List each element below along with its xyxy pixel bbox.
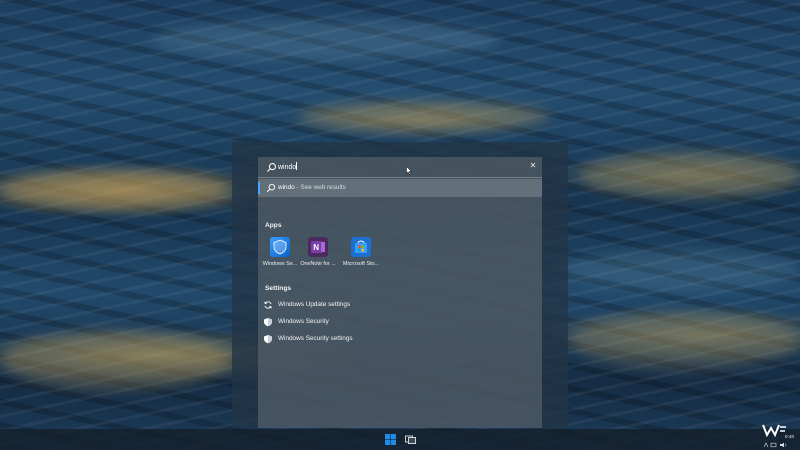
setting-windows-security[interactable]: Windows Security	[258, 315, 542, 329]
clock[interactable]: 9:48	[785, 434, 794, 439]
settings-heading: Settings	[265, 285, 292, 292]
selection-indicator	[258, 182, 260, 194]
search-query: windo	[278, 162, 298, 171]
search-input[interactable]: windo ✕	[258, 157, 542, 178]
app-tile-microsoft-store[interactable]: Microsoft Sto...	[339, 237, 383, 277]
app-label: Microsoft Sto...	[343, 261, 379, 267]
web-result-item[interactable]: windo - See web results	[258, 179, 542, 197]
search-icon	[266, 163, 276, 173]
search-flyout: windo ✕ windo - See web results Apps Win…	[232, 142, 568, 428]
close-icon[interactable]: ✕	[528, 161, 538, 171]
svg-text:N: N	[313, 243, 319, 252]
shield-icon	[273, 239, 287, 255]
app-tile-onenote[interactable]: N OneNote for ...	[296, 237, 340, 277]
wallpaper-highlight	[580, 150, 800, 200]
wallpaper-highlight	[570, 310, 800, 370]
wallpaper-highlight	[0, 330, 230, 390]
web-result-label: windo - See web results	[278, 184, 346, 191]
mouse-pointer-icon	[406, 166, 412, 175]
sync-icon	[264, 301, 272, 309]
windows-logo-icon[interactable]	[384, 433, 397, 446]
tray-icons[interactable]	[763, 442, 793, 448]
network-icon	[770, 442, 777, 448]
wallpaper-highlight	[300, 100, 550, 130]
app-label: OneNote for ...	[300, 261, 336, 267]
setting-windows-update[interactable]: Windows Update settings	[258, 298, 542, 312]
wallpaper-highlight	[0, 170, 230, 210]
setting-label: Windows Security settings	[278, 335, 353, 342]
chevron-up-icon	[763, 442, 769, 448]
taskbar: 9:48	[0, 424, 800, 450]
system-tray[interactable]: 9:48	[754, 424, 796, 449]
microsoft-store-icon	[351, 237, 371, 257]
text-caret	[296, 162, 298, 170]
shield-icon	[264, 335, 272, 344]
search-panel: windo ✕ windo - See web results Apps Win…	[258, 157, 542, 428]
volume-icon	[780, 442, 784, 448]
setting-label: Windows Security	[278, 318, 329, 325]
onenote-glyph: N	[311, 241, 325, 253]
windows-security-icon	[270, 237, 290, 257]
onenote-icon: N	[308, 237, 328, 257]
wallpaper-highlight	[150, 20, 500, 60]
search-icon	[266, 183, 276, 193]
shield-icon	[264, 318, 272, 327]
setting-windows-security-settings[interactable]: Windows Security settings	[258, 332, 542, 346]
task-view-icon[interactable]	[404, 433, 417, 446]
store-bag-icon	[355, 240, 367, 253]
apps-heading: Apps	[265, 222, 282, 229]
setting-label: Windows Update settings	[278, 301, 351, 308]
wallpaper-highlight	[560, 250, 800, 290]
